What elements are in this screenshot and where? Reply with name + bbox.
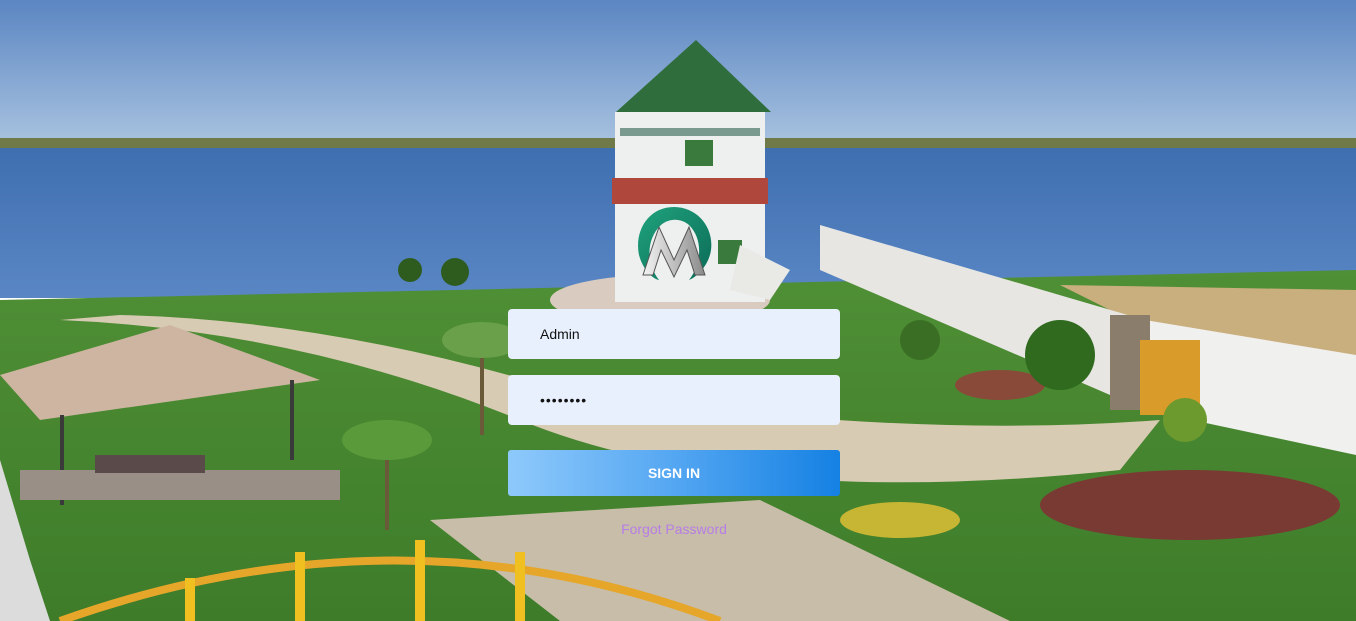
brand-logo-icon (638, 207, 712, 280)
password-field[interactable] (508, 375, 840, 425)
username-field[interactable] (508, 309, 840, 359)
sign-in-button[interactable]: SIGN IN (508, 450, 840, 496)
forgot-password-link[interactable]: Forgot Password (508, 521, 840, 537)
